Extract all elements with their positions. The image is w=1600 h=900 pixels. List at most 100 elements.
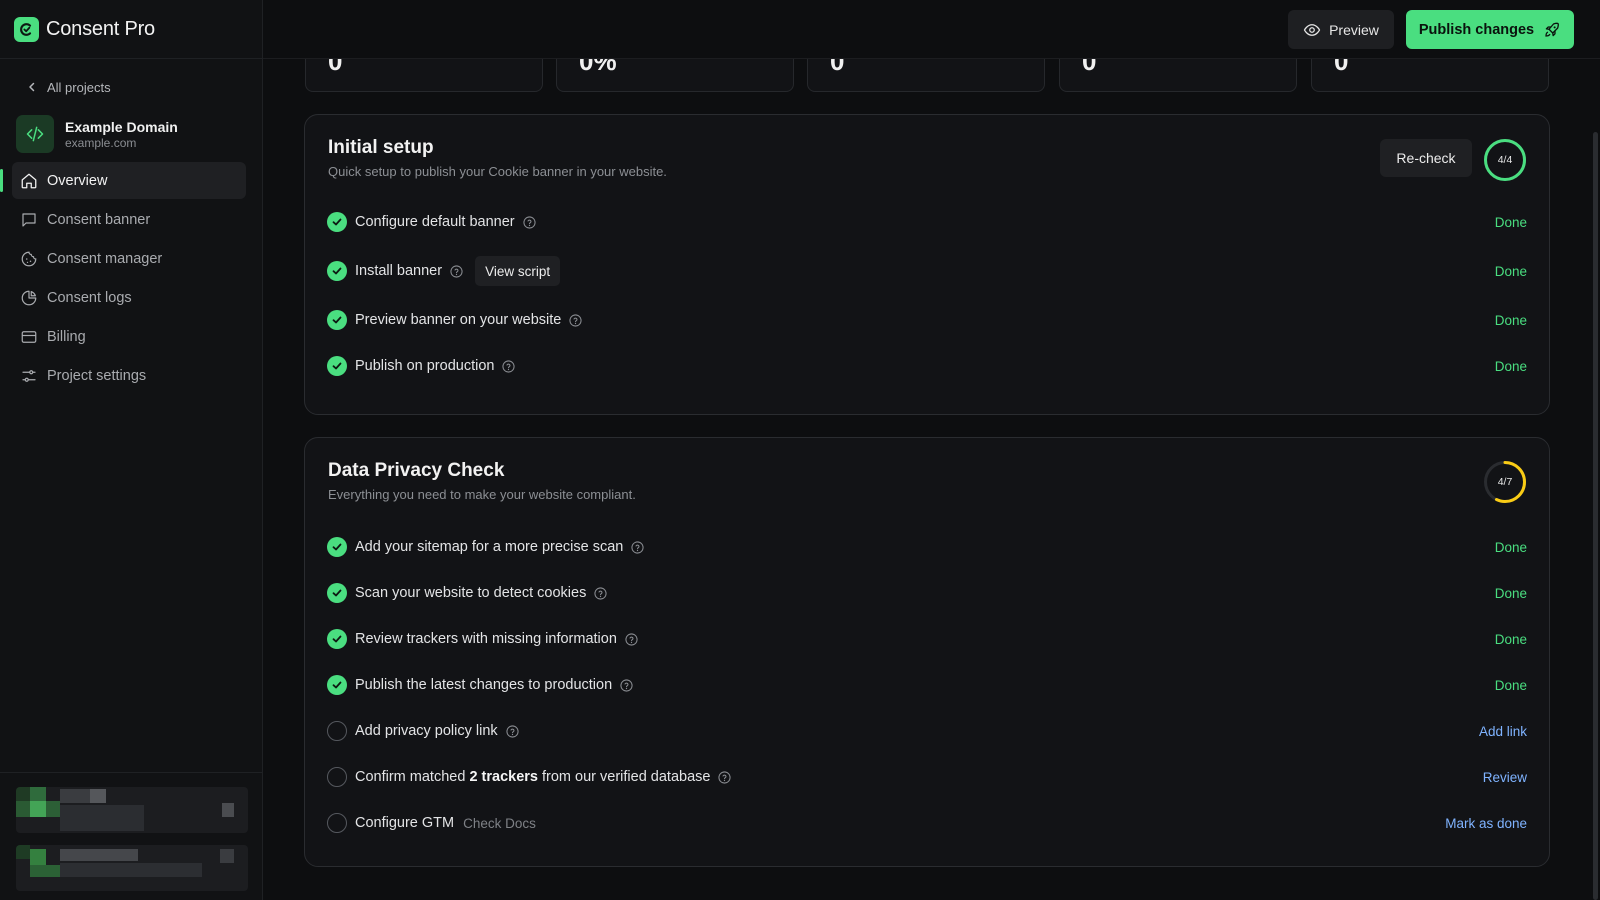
empty-circle-icon[interactable] [327,721,347,741]
sidebar-item-label: Consent manager [47,250,163,267]
panel-title: Initial setup [328,137,434,158]
publish-changes-button[interactable]: Publish changes [1406,10,1574,49]
add-link-button[interactable]: Add link [1479,724,1527,739]
data-privacy-check-panel: Data Privacy Check Everything you need t… [304,437,1550,867]
help-circle-icon[interactable] [631,540,644,554]
empty-circle-icon[interactable] [327,813,347,833]
check-circle-icon [327,212,347,232]
task-status: Done [1494,539,1527,555]
sidebar-item-label: Project settings [47,367,147,384]
brand[interactable]: Consent Pro [0,0,262,59]
help-circle-icon[interactable] [523,215,536,229]
task-status: Done [1494,312,1527,328]
task-configure-default-banner[interactable]: Configure default banner Done [327,207,1527,237]
check-circle-icon [327,675,347,695]
task-label: Install banner [355,263,443,279]
publish-label: Publish changes [1418,21,1535,38]
sliders-icon [22,369,36,382]
task-configure-gtm[interactable]: Configure GTM Check Docs Mark as done [327,808,1527,838]
sidebar-item-overview[interactable]: Overview [0,162,246,199]
setup-progress-label: 4/4 [1497,154,1513,166]
task-label: Add your sitemap for a more precise scan [355,539,624,555]
cookie-icon [21,251,37,266]
preview-label: Preview [1329,21,1379,38]
task-confirm-matched-trackers[interactable]: Confirm matched 2 trackers from our veri… [327,762,1527,792]
task-label-pre: Confirm matched [355,769,470,785]
help-circle-icon[interactable] [450,264,463,278]
mark-as-done-button[interactable]: Mark as done [1445,816,1527,831]
check-circle-icon [327,537,347,557]
task-status: Done [1494,631,1527,647]
task-status: Done [1494,358,1527,374]
check-circle-icon [327,261,347,281]
task-add-privacy-policy-link[interactable]: Add privacy policy link Add link [327,716,1527,746]
topbar: Preview Publish changes [263,0,1600,59]
project-domain: example.com [65,135,137,150]
view-script-button[interactable]: View script [475,256,561,286]
message-square-icon [22,212,36,227]
help-circle-icon[interactable] [506,724,519,738]
sidebar-item-label: Consent logs [47,289,132,306]
task-review-trackers[interactable]: Review trackers with missing information… [327,624,1527,654]
task-publish-latest-changes[interactable]: Publish the latest changes to production… [327,670,1527,700]
task-label: Review trackers with missing information [355,631,617,647]
privacy-progress-ring: 4/7 [1483,460,1527,504]
recheck-button[interactable]: Re-check [1380,139,1472,177]
check-docs-link[interactable]: Check Docs [463,816,536,831]
sidebar-item-project-settings[interactable]: Project settings [12,357,246,394]
task-label: Configure default banner [355,214,515,230]
help-circle-icon[interactable] [718,770,732,784]
check-circle-icon [327,356,347,376]
check-circle-icon [327,310,347,330]
help-circle-icon[interactable] [569,313,582,327]
task-status: Done [1494,214,1527,230]
consent-pro-logo-icon [14,16,39,42]
initial-setup-panel: Initial setup Quick setup to publish you… [304,114,1550,415]
code-icon [16,115,54,153]
sidebar-item-billing[interactable]: Billing [12,318,246,355]
all-projects-link[interactable]: All projects [27,77,262,97]
panel-subtitle: Quick setup to publish your Cookie banne… [328,164,667,179]
task-label: Confirm matched 2 trackers from our veri… [355,769,710,785]
preview-button[interactable]: Preview [1288,10,1394,49]
task-label-bold: 2 trackers [469,769,538,785]
pie-chart-icon [21,290,37,305]
task-scan-website[interactable]: Scan your website to detect cookies Done [327,578,1527,608]
help-circle-icon[interactable] [594,586,607,600]
help-circle-icon[interactable] [625,632,638,646]
check-circle-icon [327,583,347,603]
task-label: Configure GTM [355,815,455,831]
scrollbar[interactable] [1593,132,1598,900]
sidebar-item-consent-banner[interactable]: Consent banner [12,201,246,238]
privacy-progress-label: 4/7 [1497,476,1513,488]
review-button[interactable]: Review [1483,770,1527,785]
panel-title: Data Privacy Check [328,460,505,481]
task-label: Scan your website to detect cookies [355,585,587,601]
panel-subtitle: Everything you need to make your website… [328,487,636,502]
project-name: Example Domain [65,118,178,135]
empty-circle-icon[interactable] [327,767,347,787]
sidebar-nav: Overview Consent banner Consent manager … [0,162,262,394]
help-circle-icon[interactable] [620,678,633,692]
task-label: Preview banner on your website [355,312,562,328]
setup-progress-ring: 4/4 [1483,138,1527,182]
task-status: Done [1494,263,1527,279]
blurred-account-card[interactable] [16,787,248,833]
sidebar: Consent Pro All projects Example Domain … [0,0,263,900]
task-install-banner[interactable]: Install banner View script Done [327,256,1527,286]
main-content: 0 0% 0 0 0 Initial setup Quick setup to … [263,0,1600,900]
task-status: Done [1494,677,1527,693]
task-status: Done [1494,585,1527,601]
help-circle-icon[interactable] [502,359,516,373]
all-projects-label: All projects [47,79,111,95]
task-publish-on-production[interactable]: Publish on production Done [327,351,1527,381]
task-label: Add privacy policy link [355,723,498,739]
rocket-icon [1545,22,1559,37]
task-add-sitemap[interactable]: Add your sitemap for a more precise scan… [327,532,1527,562]
blurred-workspace-card[interactable] [16,845,248,891]
task-preview-banner[interactable]: Preview banner on your website Done [327,305,1527,335]
sidebar-item-consent-logs[interactable]: Consent logs [12,279,246,316]
sidebar-item-consent-manager[interactable]: Consent manager [12,240,246,277]
project-switcher[interactable]: Example Domain example.com [16,114,262,154]
sidebar-item-label: Billing [47,328,86,345]
